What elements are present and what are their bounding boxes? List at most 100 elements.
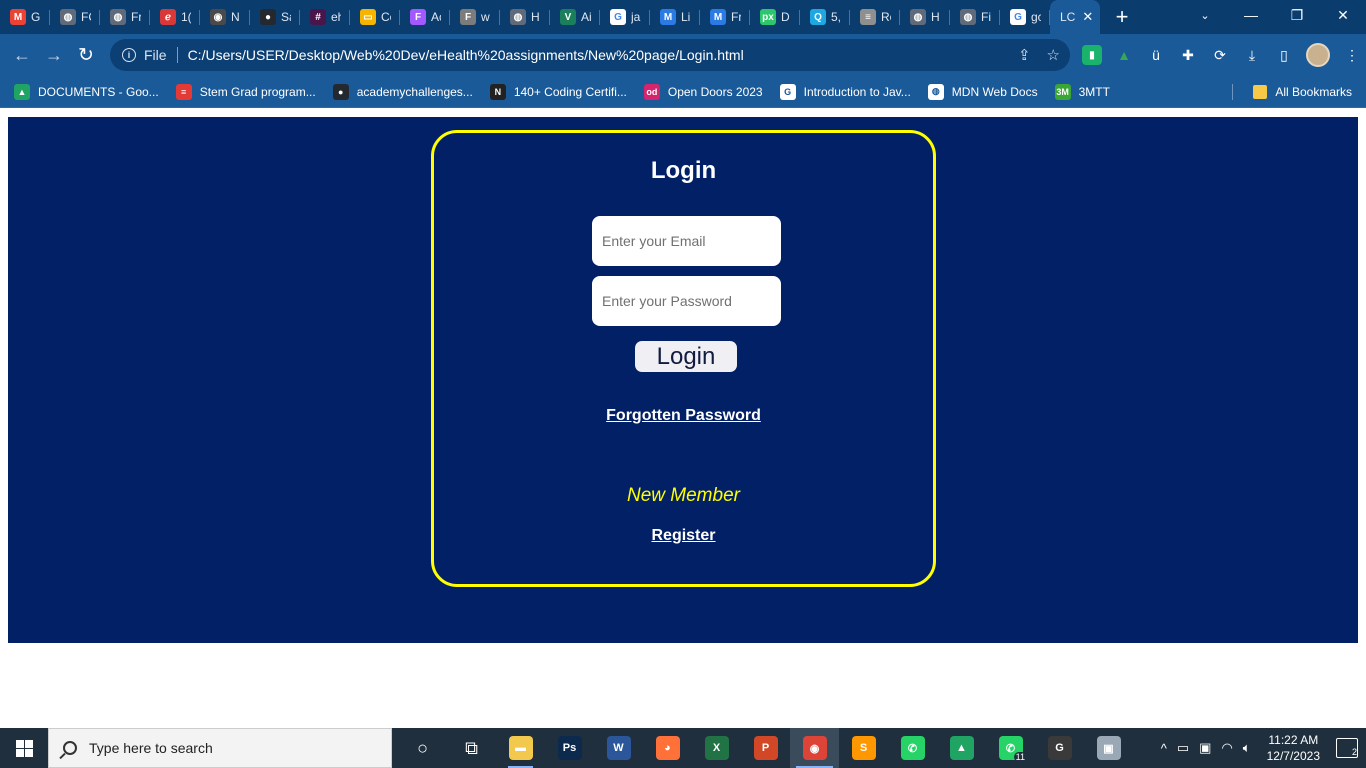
taskbar-app[interactable]: ◉ xyxy=(790,728,839,768)
bookmark-label: Introduction to Jav... xyxy=(803,84,911,99)
email-field[interactable] xyxy=(592,216,781,266)
search-icon xyxy=(63,741,77,755)
tab[interactable]: Ggc xyxy=(1000,0,1050,34)
forgot-password-link[interactable]: Forgotten Password xyxy=(434,407,933,425)
taskbar-app[interactable]: ▲ xyxy=(937,728,986,768)
tab-search-chevron-icon[interactable]: ⌄ xyxy=(1182,0,1228,30)
login-button[interactable]: Login xyxy=(635,341,737,372)
download-icon[interactable]: ⤓ xyxy=(1242,45,1262,65)
tab[interactable]: Q 5, xyxy=(800,0,850,34)
tab-title: eh xyxy=(331,10,341,24)
back-arrow-icon[interactable]: ← xyxy=(6,39,38,71)
tab[interactable]: ◍ Fi xyxy=(950,0,1000,34)
bookmark-item[interactable]: ≡ Stem Grad program... xyxy=(175,83,316,100)
tab[interactable]: # eh xyxy=(300,0,350,34)
password-field[interactable] xyxy=(592,276,781,326)
taskbar-app[interactable]: ✆ xyxy=(888,728,937,768)
all-bookmarks[interactable]: All Bookmarks xyxy=(1232,83,1352,100)
tab[interactable]: Fw xyxy=(450,0,500,34)
taskbar-app[interactable]: ✆ 11 xyxy=(986,728,1035,768)
tab[interactable]: V Ai xyxy=(550,0,600,34)
new-tab-button[interactable]: + xyxy=(1100,0,1144,34)
github-icon: ● xyxy=(260,9,276,25)
register-link[interactable]: Register xyxy=(434,527,933,545)
address-bar[interactable]: i File C:/Users/USER/Desktop/Web%20Dev/e… xyxy=(110,39,1070,71)
bookmark-star-icon[interactable]: ☆ xyxy=(1047,46,1060,64)
url-text[interactable]: C:/Users/USER/Desktop/Web%20Dev/eHealth%… xyxy=(188,47,744,63)
network-adapter-icon[interactable]: ▣ xyxy=(1199,740,1211,756)
taskbar-app[interactable]: ○ xyxy=(398,728,447,768)
tab[interactable]: ◍ Fr xyxy=(100,0,150,34)
chrome-menu-icon[interactable]: ⋮ xyxy=(1342,45,1362,65)
share-icon[interactable]: ⇪ xyxy=(1018,46,1031,64)
bookmark-item[interactable]: ◍ MDN Web Docs xyxy=(927,83,1038,100)
windows-logo-icon xyxy=(15,739,33,757)
wifi-icon[interactable]: ◠ xyxy=(1221,740,1232,756)
taskbar-app[interactable]: W xyxy=(594,728,643,768)
extension-swirl-icon[interactable]: ⟳ xyxy=(1210,45,1230,65)
extensions-puzzle-icon[interactable]: ✚ xyxy=(1178,45,1198,65)
taskbar-app[interactable]: ⧉ xyxy=(447,728,496,768)
battery-icon[interactable]: ▭ xyxy=(1177,740,1189,756)
bookmark-item[interactable]: N 140+ Coding Certifi... xyxy=(489,83,627,100)
minimize-button[interactable]: — xyxy=(1228,0,1274,30)
bookmark-item[interactable]: ▲ DOCUMENTS - Goo... xyxy=(14,83,159,100)
bookmark-label: academychallenges... xyxy=(356,84,473,99)
taskbar-app[interactable]: G xyxy=(1035,728,1084,768)
taskbar-app[interactable]: X xyxy=(692,728,741,768)
tab[interactable]: ◍ FC xyxy=(50,0,100,34)
tab[interactable]: px D xyxy=(750,0,800,34)
tab-title: LC xyxy=(1060,10,1076,24)
taskbar-app[interactable]: ◕ xyxy=(643,728,692,768)
slack-icon: # xyxy=(310,9,326,25)
tab[interactable]: ◍ H xyxy=(500,0,550,34)
bookmark-item[interactable]: 3M 3MTT xyxy=(1054,83,1110,100)
start-button[interactable] xyxy=(0,728,48,768)
bookmark-item[interactable]: od Open Doors 2023 xyxy=(643,83,763,100)
taskbar-app[interactable]: P xyxy=(741,728,790,768)
tab[interactable]: M Li xyxy=(650,0,700,34)
site-info-icon[interactable]: i xyxy=(122,48,136,62)
restore-button[interactable]: ❐ xyxy=(1274,0,1320,30)
tab[interactable]: ℯ 1( xyxy=(150,0,200,34)
tab[interactable]: ▭ Cc xyxy=(350,0,400,34)
tray-overflow-chevron-icon[interactable]: ^ xyxy=(1161,741,1167,756)
taskbar-search-box[interactable]: Type here to search xyxy=(48,728,392,768)
page-background: Login Login Forgotten Password New Membe… xyxy=(8,117,1358,643)
firefox-icon: ◕ xyxy=(655,736,680,760)
profile-avatar[interactable] xyxy=(1306,43,1330,67)
tab[interactable]: ● Sa xyxy=(250,0,300,34)
extension-u-icon[interactable]: ü xyxy=(1146,45,1166,65)
gmail-icon: M xyxy=(10,9,26,25)
notification-center-icon[interactable]: 2 xyxy=(1336,738,1358,758)
side-panel-icon[interactable]: ▯ xyxy=(1274,45,1294,65)
tab[interactable]: M Gi xyxy=(0,0,50,34)
notion-icon: N xyxy=(489,83,506,100)
windows-taskbar: Type here to search ○ ⧉ ▬ Ps W ◕ X P ◉ S ✆ ▲ ✆ 11 G ▣ ^… xyxy=(0,728,1366,768)
tab-title: Gi xyxy=(31,10,41,24)
tab[interactable]: ◍ H xyxy=(900,0,950,34)
taskbar-app[interactable]: S xyxy=(839,728,888,768)
tab[interactable]: ≡ Rc xyxy=(850,0,900,34)
close-tab-icon[interactable]: ✕ xyxy=(1082,9,1093,25)
volume-icon[interactable]: 🔈︎ xyxy=(1243,740,1251,756)
tab-active[interactable]: LC ✕ xyxy=(1050,0,1100,34)
reload-icon[interactable]: ↻ xyxy=(70,39,102,71)
tab[interactable]: M Fr xyxy=(700,0,750,34)
taskbar-clock[interactable]: 11:22 AM 12/7/2023 xyxy=(1267,732,1320,764)
extension-green-icon[interactable]: ▮ xyxy=(1082,45,1102,65)
tab[interactable]: F Ac xyxy=(400,0,450,34)
close-window-button[interactable]: ✕ xyxy=(1320,0,1366,30)
bookmark-label: 3MTT xyxy=(1078,84,1110,99)
tab[interactable]: Gja xyxy=(600,0,650,34)
forward-arrow-icon[interactable]: → xyxy=(38,39,70,71)
bookmark-item[interactable]: ● academychallenges... xyxy=(332,83,473,100)
cortana-icon: ○ xyxy=(417,737,428,758)
google-drive-extension-icon[interactable]: ▲ xyxy=(1114,45,1134,65)
tab-title: w xyxy=(481,10,490,24)
bookmark-item[interactable]: G Introduction to Jav... xyxy=(779,83,911,100)
taskbar-app[interactable]: ▬ xyxy=(496,728,545,768)
taskbar-app[interactable]: ▣ xyxy=(1084,728,1133,768)
tab[interactable]: ◉ N xyxy=(200,0,250,34)
taskbar-app[interactable]: Ps xyxy=(545,728,594,768)
